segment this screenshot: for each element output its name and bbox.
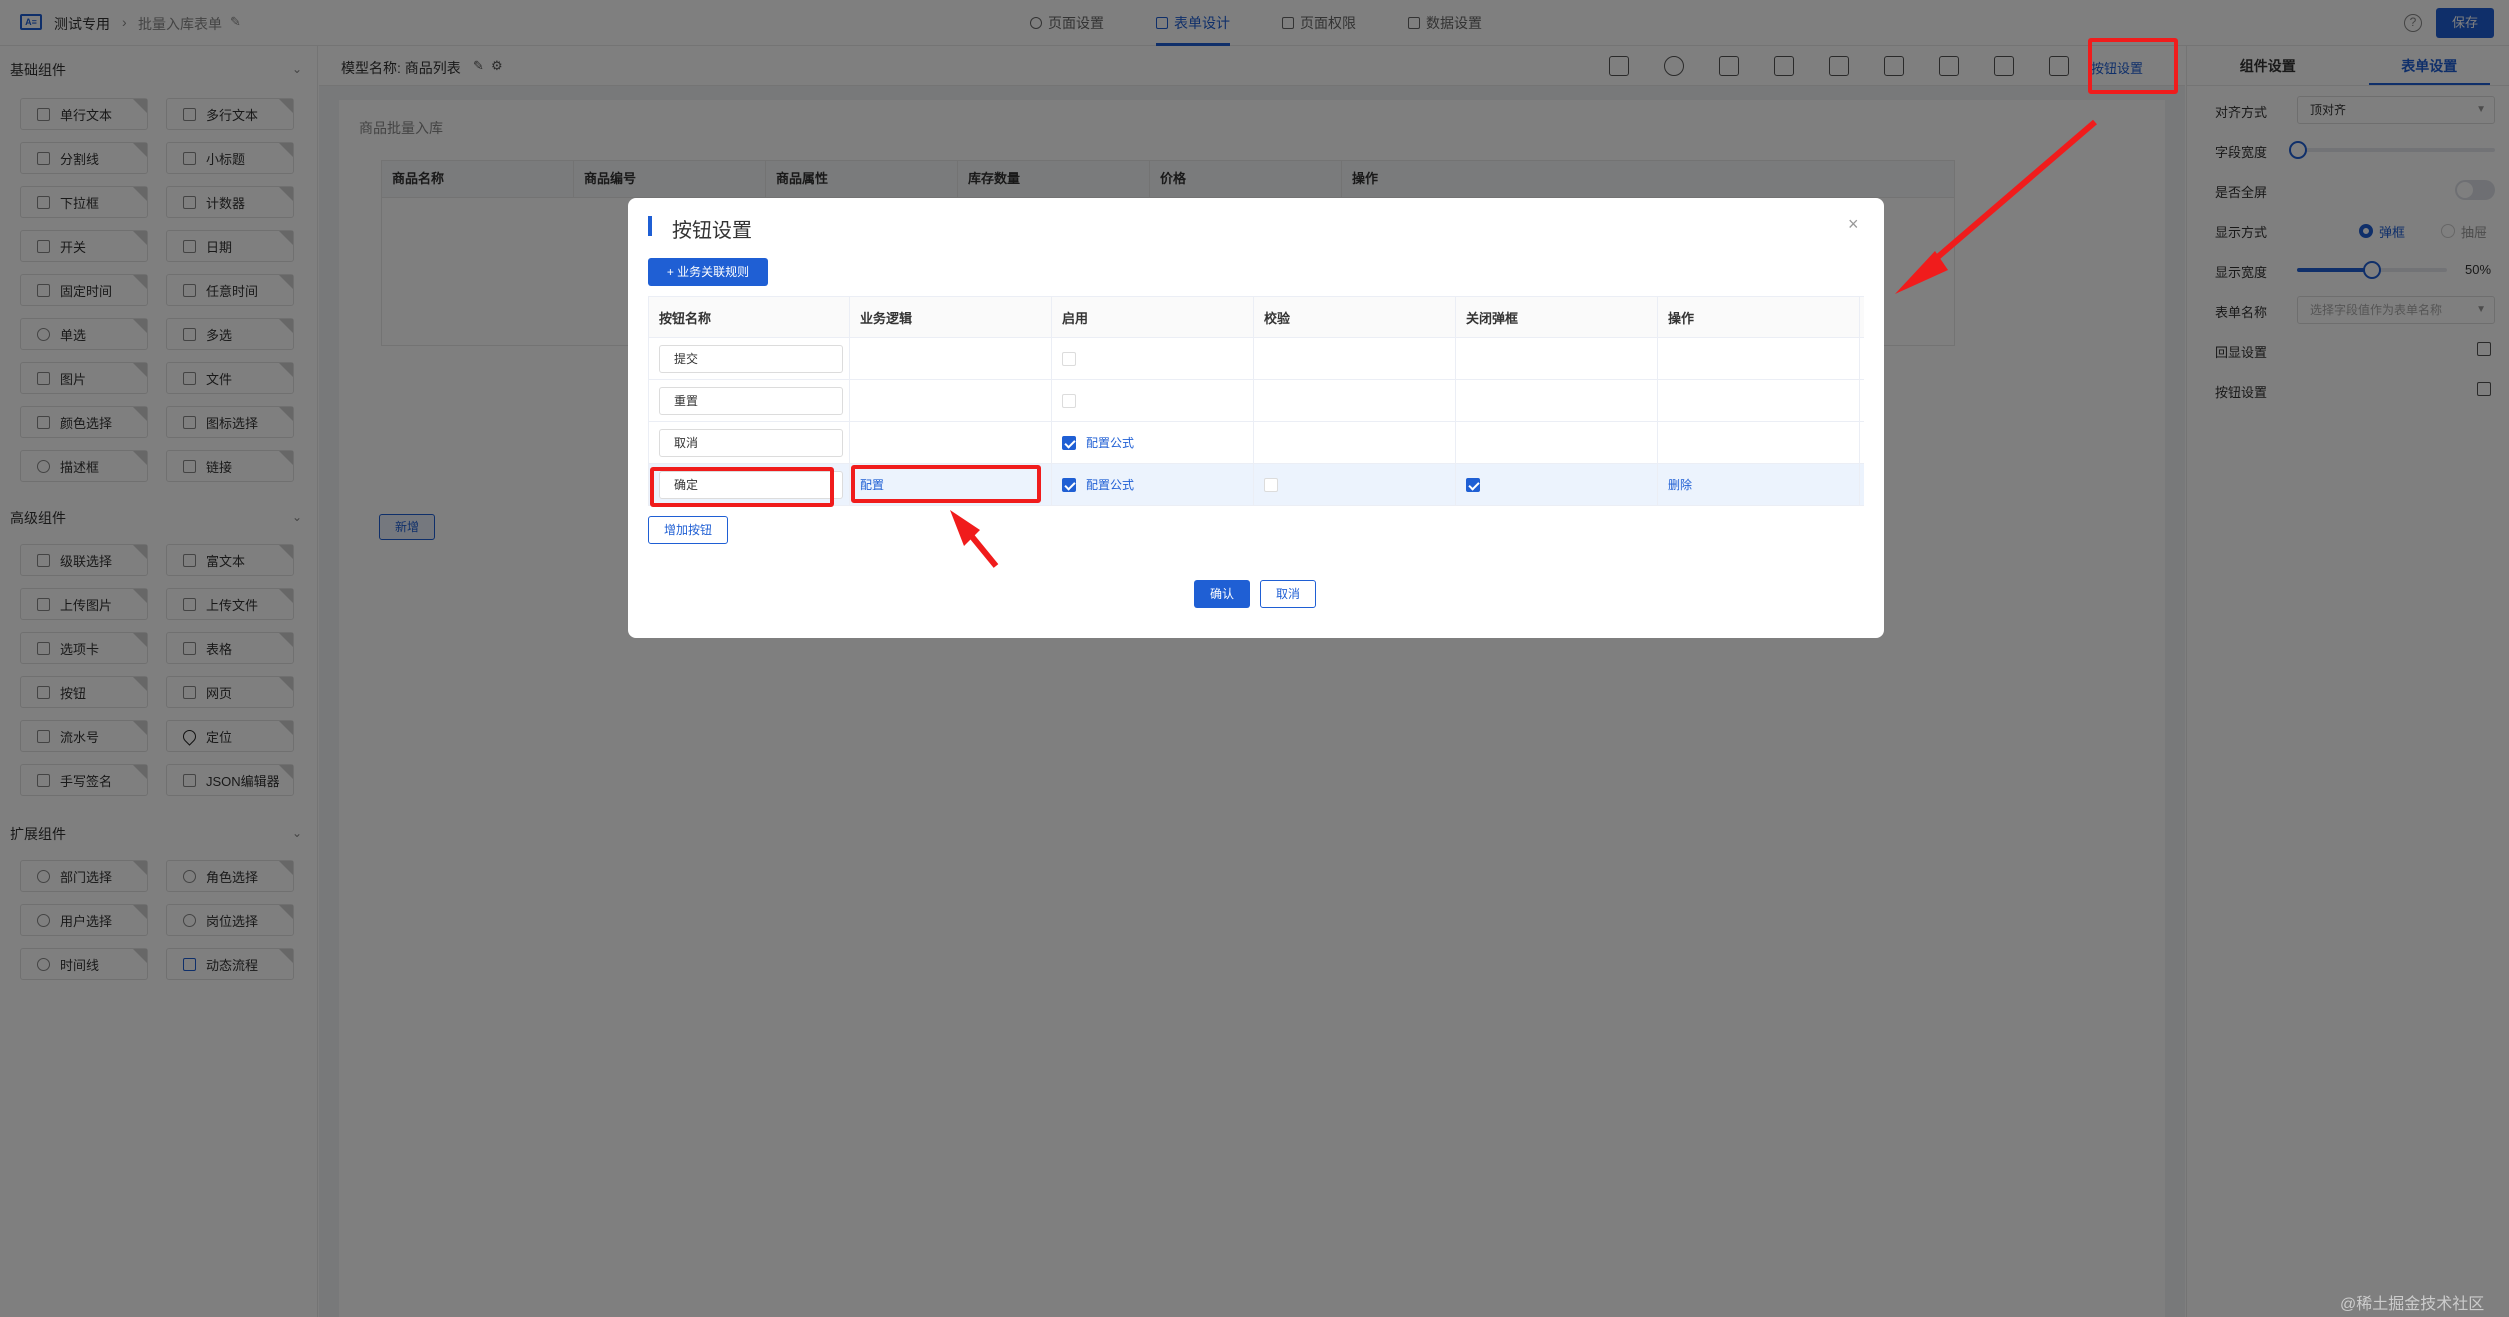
- annotation-arrows: [950, 119, 2097, 568]
- watermark: @稀土掘金技术社区: [2340, 1296, 2485, 1313]
- annotation-arrow-line: [1916, 119, 2097, 277]
